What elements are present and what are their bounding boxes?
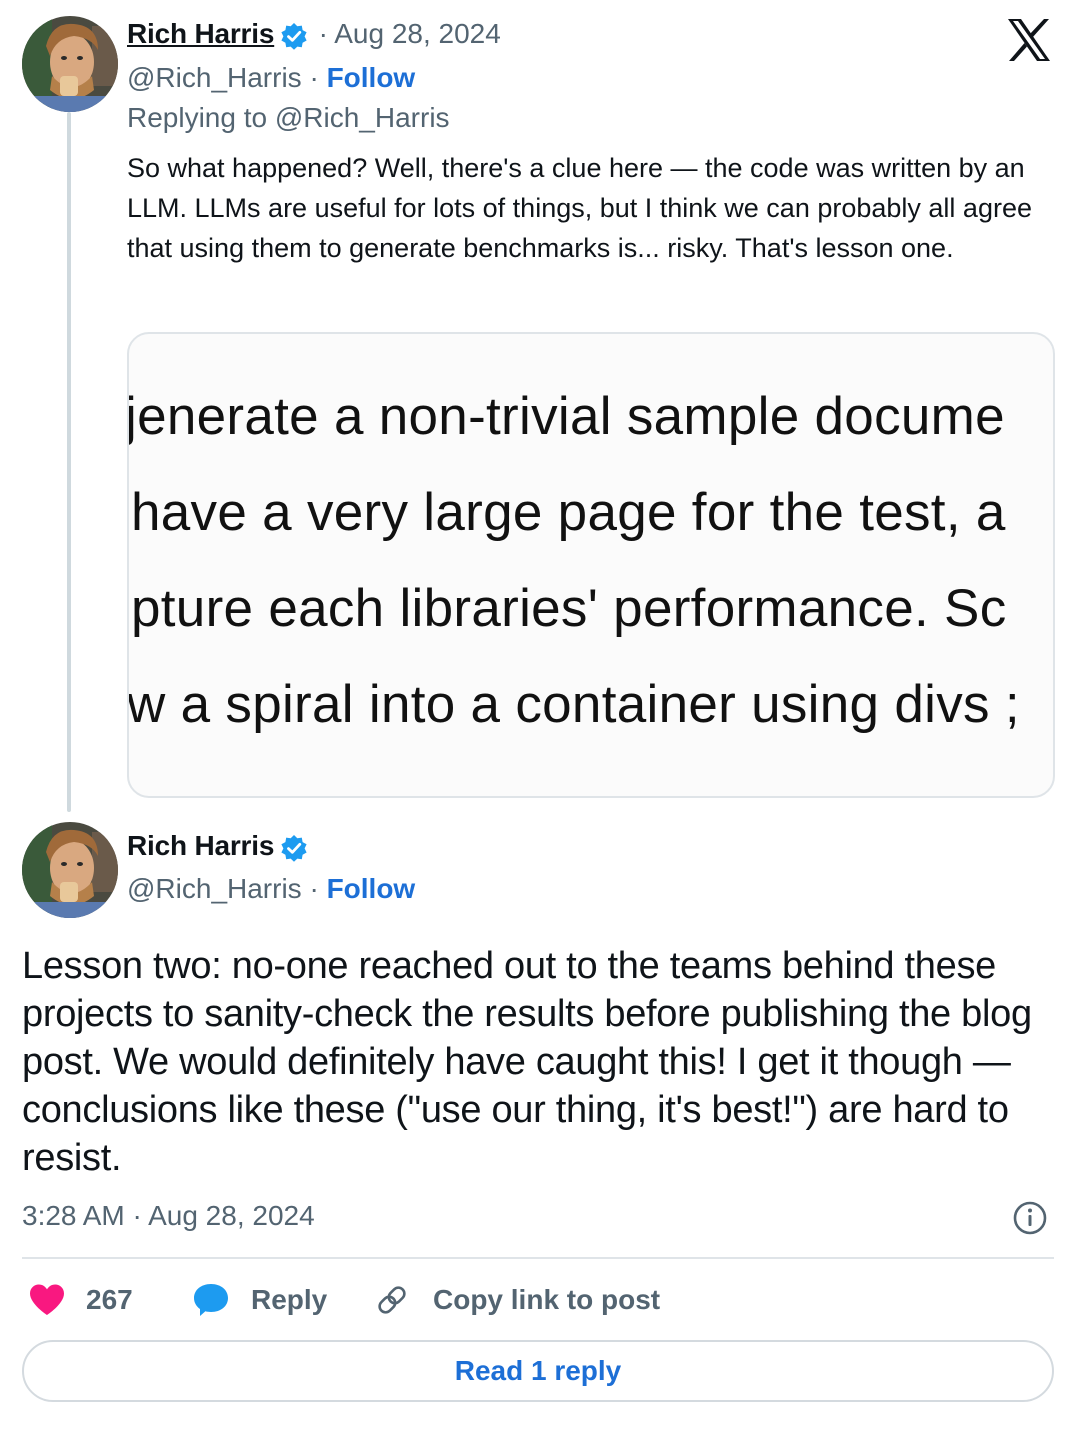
x-logo-icon[interactable] — [1006, 18, 1052, 62]
read-replies-button[interactable]: Read 1 reply — [22, 1340, 1054, 1402]
verified-badge-icon — [280, 22, 308, 55]
separator-dot: · — [309, 873, 319, 904]
author-handle[interactable]: @Rich_Harris — [127, 62, 302, 93]
heart-icon — [28, 1283, 66, 1317]
image-text-line: pture each libraries' performance. Sc — [131, 579, 1007, 638]
author-name[interactable]: Rich Harris — [127, 18, 274, 49]
thread-connector-line — [67, 112, 71, 812]
speech-bubble-icon — [192, 1282, 230, 1318]
avatar[interactable] — [22, 16, 118, 112]
post-text: Lesson two: no-one reached out to the te… — [22, 945, 1032, 1179]
image-text-line: have a very large page for the test, a — [131, 483, 1006, 542]
copy-link-button[interactable]: Copy link to post — [374, 1282, 660, 1318]
image-text-line: w a spiral into a container using divs ; — [127, 675, 1020, 734]
author-handle[interactable]: @Rich_Harris — [127, 873, 302, 904]
info-icon[interactable] — [1012, 1200, 1048, 1236]
follow-button[interactable]: Follow — [327, 62, 416, 93]
like-button[interactable]: 267 — [28, 1282, 133, 1318]
follow-button[interactable]: Follow — [327, 873, 416, 904]
post-text: So what happened? Well, there's a clue h… — [127, 153, 1032, 263]
replying-to[interactable]: Replying to @Rich_Harris — [127, 102, 450, 134]
copy-link-label: Copy link to post — [433, 1284, 661, 1315]
post-image[interactable]: jenerate a non-trivial sample docume hav… — [127, 332, 1055, 798]
verified-badge-icon — [280, 834, 308, 867]
reply-button[interactable]: Reply — [192, 1282, 327, 1318]
separator-dot: · — [309, 62, 319, 93]
avatar[interactable] — [22, 822, 118, 918]
reply-label: Reply — [251, 1284, 328, 1315]
link-icon — [374, 1282, 410, 1318]
divider — [22, 1257, 1054, 1259]
post-timestamp[interactable]: 3:28 AM · Aug 28, 2024 — [22, 1200, 315, 1232]
image-text-line: jenerate a non-trivial sample docume — [127, 387, 1005, 446]
author-name[interactable]: Rich Harris — [127, 830, 274, 861]
post-date[interactable]: · Aug 28, 2024 — [319, 18, 501, 49]
like-count: 267 — [86, 1284, 133, 1315]
